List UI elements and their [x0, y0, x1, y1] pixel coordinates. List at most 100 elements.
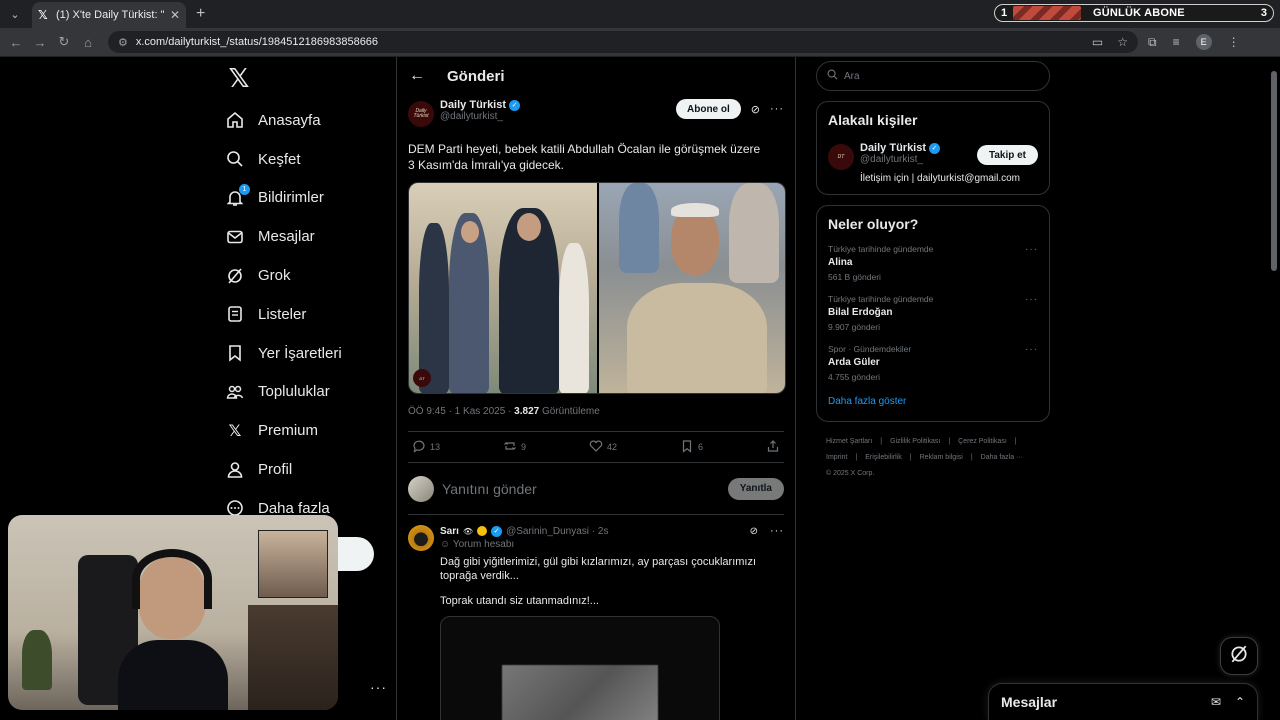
- browser-tab[interactable]: 𝕏 (1) X'te Daily Türkist: "DEM Parti ✕: [32, 2, 186, 28]
- tab-search-button[interactable]: ⌄: [4, 4, 26, 24]
- cookie-link[interactable]: Çerez Politikası: [958, 438, 1007, 445]
- reply-submit-button[interactable]: Yanıtla: [727, 477, 784, 500]
- post-more-icon[interactable]: ···: [770, 103, 784, 115]
- cast-icon[interactable]: ▭: [1092, 35, 1103, 49]
- subscribe-button[interactable]: Abone ol: [676, 99, 741, 119]
- nav-item-explore[interactable]: Keşfet: [218, 140, 388, 179]
- reload-icon[interactable]: ↻: [52, 34, 76, 50]
- forward-icon[interactable]: →: [28, 35, 52, 50]
- footer-more-link[interactable]: Daha fazla ···: [981, 454, 1023, 461]
- grok-floating-button[interactable]: [1220, 637, 1258, 675]
- bookmark-star-icon[interactable]: ☆: [1117, 35, 1128, 49]
- reading-list-icon[interactable]: ≡: [1173, 35, 1180, 49]
- profile-avatar[interactable]: E: [1195, 34, 1212, 50]
- like-action[interactable]: 42: [589, 439, 617, 456]
- reply-author-avatar[interactable]: [408, 525, 434, 551]
- page-scrollbar[interactable]: [1270, 61, 1278, 716]
- post-time[interactable]: ÖÖ 9:45 · 1 Kas 2025 ·: [408, 406, 514, 417]
- post-detail-column: ← Gönderi Daily Türkist Daily Türkist ✓ …: [396, 57, 796, 720]
- messages-drawer[interactable]: Mesajlar ✉ ⌃: [988, 683, 1258, 720]
- author-name[interactable]: Daily Türkist: [440, 99, 506, 111]
- new-message-icon[interactable]: ✉: [1211, 695, 1221, 709]
- goal-target: 3: [1260, 7, 1267, 19]
- back-icon[interactable]: ←: [4, 35, 28, 50]
- new-tab-button[interactable]: +: [196, 5, 205, 23]
- author-name-row[interactable]: Daily Türkist ✓: [440, 99, 521, 111]
- person-name-row[interactable]: Daily Türkist ✓: [860, 142, 941, 154]
- post-media[interactable]: DT: [408, 182, 786, 394]
- grok-explain-icon[interactable]: ⊘: [751, 103, 760, 116]
- account-menu-dots-icon[interactable]: ···: [370, 679, 387, 695]
- search-box[interactable]: Ara: [816, 61, 1050, 91]
- trend-item[interactable]: Spor · Gündemdekiler Arda Güler 4.755 gö…: [828, 344, 1038, 382]
- close-tab-icon[interactable]: ✕: [170, 8, 180, 22]
- person-avatar[interactable]: DT: [828, 144, 854, 170]
- reply-tweet[interactable]: Sarı 👁 ✓ @Sarinin_Dunyasi · 2s ⊘ ··· ☺ Y…: [408, 515, 784, 720]
- extensions-icon[interactable]: ⧉: [1148, 35, 1157, 50]
- reply-action[interactable]: 13: [412, 439, 440, 456]
- reply-input[interactable]: Yanıtını gönder: [442, 481, 537, 497]
- person-name[interactable]: Daily Türkist: [860, 142, 926, 154]
- nav-item-premium[interactable]: 𝕏 Premium: [218, 411, 388, 450]
- privacy-link[interactable]: Gizlilik Politikası: [890, 438, 940, 445]
- expand-up-icon[interactable]: ⌃: [1235, 695, 1245, 709]
- address-bar[interactable]: ⚙ x.com/dailyturkist_/status/19845121869…: [108, 31, 1138, 53]
- search-input[interactable]: Ara: [844, 71, 860, 82]
- trend-item[interactable]: Türkiye tarihinde gündemde Alina 561 B g…: [828, 244, 1038, 282]
- verified-badge-icon: ✓: [491, 525, 503, 537]
- trend-more-icon[interactable]: ···: [1025, 344, 1038, 355]
- nav-item-home[interactable]: Anasayfa: [218, 101, 388, 140]
- goal-label: GÜNLÜK ABONE: [1093, 7, 1185, 19]
- trend-more-icon[interactable]: ···: [1025, 244, 1038, 255]
- repost-icon: [503, 439, 517, 456]
- x-logo-icon[interactable]: 𝕏: [222, 61, 256, 95]
- site-info-icon[interactable]: ⚙: [118, 36, 128, 49]
- bookmark-count: 6: [698, 442, 704, 452]
- imprint-link[interactable]: Imprint: [826, 454, 847, 461]
- photo-delegation[interactable]: DT: [409, 183, 597, 393]
- nav-item-messages[interactable]: Mesajlar: [218, 217, 388, 256]
- reply-author-name[interactable]: Sarı: [440, 526, 459, 537]
- accessibility-link[interactable]: Erişilebilirlik: [865, 454, 902, 461]
- reply-media-image: [502, 665, 658, 720]
- trend-item[interactable]: Türkiye tarihinde gündemde Bilal Erdoğan…: [828, 294, 1038, 332]
- nav-item-notifications[interactable]: 1 Bildirimler: [218, 179, 388, 218]
- nav-item-bookmarks[interactable]: Yer İşaretleri: [218, 334, 388, 373]
- trend-context: Türkiye tarihinde gündemde: [828, 294, 934, 304]
- trend-count: 561 B gönderi: [828, 272, 881, 282]
- related-person[interactable]: DT Daily Türkist ✓ @dailyturkist_ Takip …: [828, 142, 1038, 170]
- nav-item-communities[interactable]: Topluluklar: [218, 373, 388, 412]
- nav-label: Bildirimler: [258, 189, 324, 207]
- author-handle[interactable]: @dailyturkist_: [440, 111, 520, 122]
- back-arrow-icon[interactable]: ←: [409, 67, 425, 85]
- follow-button[interactable]: Takip et: [976, 145, 1038, 165]
- terms-link[interactable]: Hizmet Şartları: [826, 438, 872, 445]
- reply-author-handle[interactable]: @Sarinin_Dunyasi · 2s: [506, 526, 608, 537]
- x-favicon-icon: 𝕏: [38, 8, 48, 22]
- reply-text: Dağ gibi yiğitlerimizi, gül gibi kızları…: [440, 556, 757, 582]
- footer-sep: |: [855, 454, 858, 461]
- repost-action[interactable]: 9: [503, 439, 526, 456]
- reply-more-icon[interactable]: ···: [770, 525, 784, 537]
- grok-explain-icon[interactable]: ⊘: [750, 526, 758, 537]
- nav-item-grok[interactable]: Grok: [218, 256, 388, 295]
- current-user-avatar[interactable]: [408, 475, 434, 502]
- trend-more-icon[interactable]: ···: [1025, 294, 1038, 305]
- share-action[interactable]: [766, 439, 780, 456]
- trend-count: 4.755 gönderi: [828, 372, 880, 382]
- nav-item-lists[interactable]: Listeler: [218, 295, 388, 334]
- mask-icon: ☺: [440, 539, 451, 550]
- author-avatar[interactable]: Daily Türkist: [408, 101, 434, 127]
- ads-info-link[interactable]: Reklam bilgisi: [920, 454, 963, 461]
- browser-menu-icon[interactable]: ⋮: [1228, 35, 1240, 49]
- home-button-icon[interactable]: ⌂: [76, 35, 100, 50]
- person-handle[interactable]: @dailyturkist_: [860, 154, 940, 165]
- scrollbar-thumb[interactable]: [1271, 71, 1277, 271]
- photo-ocalan[interactable]: [599, 183, 785, 393]
- nav-item-profile[interactable]: Profil: [218, 450, 388, 489]
- bookmark-action[interactable]: 6: [680, 439, 703, 456]
- reply-media[interactable]: [440, 616, 720, 720]
- show-more-link[interactable]: Daha fazla göster: [828, 396, 1038, 411]
- yellow-emoji-icon: [477, 526, 488, 536]
- notification-badge: 1: [239, 183, 250, 195]
